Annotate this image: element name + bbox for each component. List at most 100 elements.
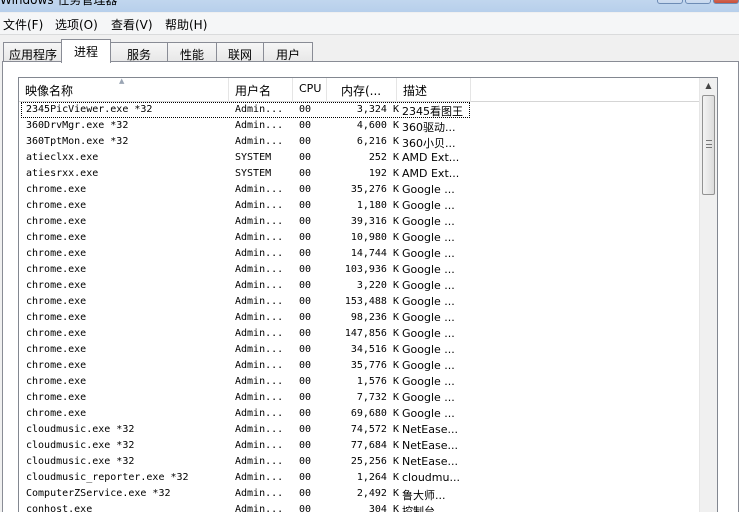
process-user: Admin...	[235, 264, 284, 275]
process-memory: 35,276 K	[350, 184, 399, 195]
process-description: Google ...	[402, 247, 455, 260]
process-row[interactable]: cloudmusic_reporter.exe *32 Admin... 00 1,2…	[19, 470, 699, 486]
process-user: Admin...	[235, 184, 284, 195]
process-user: Admin...	[235, 440, 284, 451]
process-memory: 1,180 K	[356, 200, 399, 211]
process-row[interactable]: chrome.exe Admin... 00 39,316 K Google ...	[19, 214, 699, 230]
tab-performance[interactable]: 性能	[167, 42, 217, 63]
process-user: Admin...	[235, 488, 284, 499]
process-name: conhost.exe	[26, 504, 93, 512]
process-user: Admin...	[235, 312, 284, 323]
process-name: chrome.exe	[26, 328, 87, 339]
process-cpu: 00	[299, 440, 312, 451]
tab-services[interactable]: 服务	[110, 42, 168, 63]
maximize-icon[interactable]	[685, 0, 711, 4]
process-description: 360驱动...	[402, 121, 456, 134]
process-user: Admin...	[235, 216, 284, 227]
process-description: AMD Ext...	[402, 167, 460, 180]
process-cpu: 00	[299, 232, 312, 243]
process-name: chrome.exe	[26, 280, 87, 291]
minimize-icon[interactable]	[657, 0, 683, 4]
scroll-up-arrow-icon[interactable]: ▲	[700, 78, 717, 94]
column-header-cpu[interactable]: CPU	[293, 78, 327, 102]
process-description: Google ...	[402, 263, 455, 276]
column-header-user[interactable]: 用户名	[229, 78, 293, 102]
process-name: chrome.exe	[26, 216, 87, 227]
process-row[interactable]: chrome.exe Admin... 00 34,516 K Google ...	[19, 342, 699, 358]
vertical-scrollbar[interactable]: ▲	[699, 78, 717, 512]
process-row[interactable]: chrome.exe Admin... 00 1,180 K Google ...	[19, 198, 699, 214]
process-description: Google ...	[402, 391, 455, 404]
process-row[interactable]: chrome.exe Admin... 00 103,936 K Google ...	[19, 262, 699, 278]
process-memory: 98,236 K	[350, 312, 399, 323]
process-row[interactable]: chrome.exe Admin... 00 69,680 K Google ...	[19, 406, 699, 422]
process-name: atieclxx.exe	[26, 152, 99, 163]
process-row[interactable]: chrome.exe Admin... 00 35,276 K Google ...	[19, 182, 699, 198]
process-row[interactable]: 360TptMon.exe *32 Admin... 00 6,216 K 360小贝.…	[19, 134, 699, 150]
process-user: Admin...	[235, 504, 284, 512]
process-memory: 1,576 K	[356, 376, 399, 387]
process-row[interactable]: chrome.exe Admin... 00 153,488 K Google ...	[19, 294, 699, 310]
process-row[interactable]: cloudmusic.exe *32 Admin... 00 77,684 K NetE…	[19, 438, 699, 454]
process-description: 360小贝...	[402, 137, 456, 150]
tab-networking[interactable]: 联网	[216, 42, 264, 63]
column-header-description[interactable]: 描述	[397, 78, 471, 102]
process-name: chrome.exe	[26, 344, 87, 355]
process-name: 2345PicViewer.exe *32	[26, 104, 153, 115]
process-name: atiesrxx.exe	[26, 168, 99, 179]
tab-processes[interactable]: 进程	[61, 39, 111, 63]
process-user: SYSTEM	[235, 152, 272, 163]
tab-applications[interactable]: 应用程序	[3, 42, 63, 63]
process-cpu: 00	[299, 296, 312, 307]
process-memory: 103,936 K	[344, 264, 399, 275]
process-user: Admin...	[235, 472, 284, 483]
process-row[interactable]: chrome.exe Admin... 00 7,732 K Google ...	[19, 390, 699, 406]
process-memory: 25,256 K	[350, 456, 399, 467]
process-cpu: 00	[299, 376, 312, 387]
process-description: Google ...	[402, 311, 455, 324]
process-memory: 34,516 K	[350, 344, 399, 355]
process-row[interactable]: chrome.exe Admin... 00 35,776 K Google ...	[19, 358, 699, 374]
process-description: Google ...	[402, 279, 455, 292]
process-row[interactable]: cloudmusic.exe *32 Admin... 00 74,572 K NetE…	[19, 422, 699, 438]
process-user: Admin...	[235, 136, 284, 147]
title-bar: Windows 任务管理器	[0, 0, 739, 12]
process-cpu: 00	[299, 312, 312, 323]
process-row[interactable]: chrome.exe Admin... 00 147,856 K Google ...	[19, 326, 699, 342]
process-row[interactable]: chrome.exe Admin... 00 14,744 K Google ...	[19, 246, 699, 262]
process-row[interactable]: chrome.exe Admin... 00 10,980 K Google ...	[19, 230, 699, 246]
process-row[interactable]: ComputerZService.exe *32 Admin... 00 2,492 …	[19, 486, 699, 502]
process-description: Google ...	[402, 343, 455, 356]
process-user: Admin...	[235, 104, 284, 115]
close-icon[interactable]	[713, 0, 739, 4]
column-header-memory[interactable]: 内存(...	[327, 78, 397, 102]
column-header-image-name[interactable]: ▲ 映像名称	[19, 78, 229, 102]
tab-users[interactable]: 用户	[263, 42, 313, 63]
menu-view[interactable]: 查看(V)	[111, 16, 153, 33]
process-cpu: 00	[299, 200, 312, 211]
process-row[interactable]: 2345PicViewer.exe *32 Admin... 00 3,324 K 23…	[21, 102, 470, 118]
process-memory: 153,488 K	[344, 296, 399, 307]
process-row[interactable]: conhost.exe Admin... 00 304 K 控制台...	[19, 502, 699, 512]
menu-file[interactable]: 文件(F)	[3, 16, 43, 33]
scrollbar-thumb[interactable]	[702, 95, 715, 195]
process-row[interactable]: chrome.exe Admin... 00 1,576 K Google ...	[19, 374, 699, 390]
process-memory: 3,220 K	[356, 280, 399, 291]
process-row[interactable]: atiesrxx.exe SYSTEM 00 192 K AMD Ext...	[19, 166, 699, 182]
process-row[interactable]: atieclxx.exe SYSTEM 00 252 K AMD Ext...	[19, 150, 699, 166]
menu-options[interactable]: 选项(O)	[55, 16, 98, 33]
process-user: Admin...	[235, 296, 284, 307]
process-memory: 252 K	[368, 152, 399, 163]
process-description: 控制台...	[402, 505, 446, 512]
process-list[interactable]: ▲ 映像名称 用户名 CPU 内存(... 描述 2345PicViewer.e…	[18, 77, 718, 512]
process-name: chrome.exe	[26, 248, 87, 259]
process-memory: 6,216 K	[356, 136, 399, 147]
process-memory: 69,680 K	[350, 408, 399, 419]
process-row[interactable]: cloudmusic.exe *32 Admin... 00 25,256 K NetE…	[19, 454, 699, 470]
process-row[interactable]: chrome.exe Admin... 00 3,220 K Google ...	[19, 278, 699, 294]
process-memory: 74,572 K	[350, 424, 399, 435]
process-row[interactable]: chrome.exe Admin... 00 98,236 K Google ...	[19, 310, 699, 326]
menu-help[interactable]: 帮助(H)	[165, 16, 207, 33]
process-row[interactable]: 360DrvMgr.exe *32 Admin... 00 4,600 K 360驱动.…	[19, 118, 699, 134]
process-user: Admin...	[235, 328, 284, 339]
